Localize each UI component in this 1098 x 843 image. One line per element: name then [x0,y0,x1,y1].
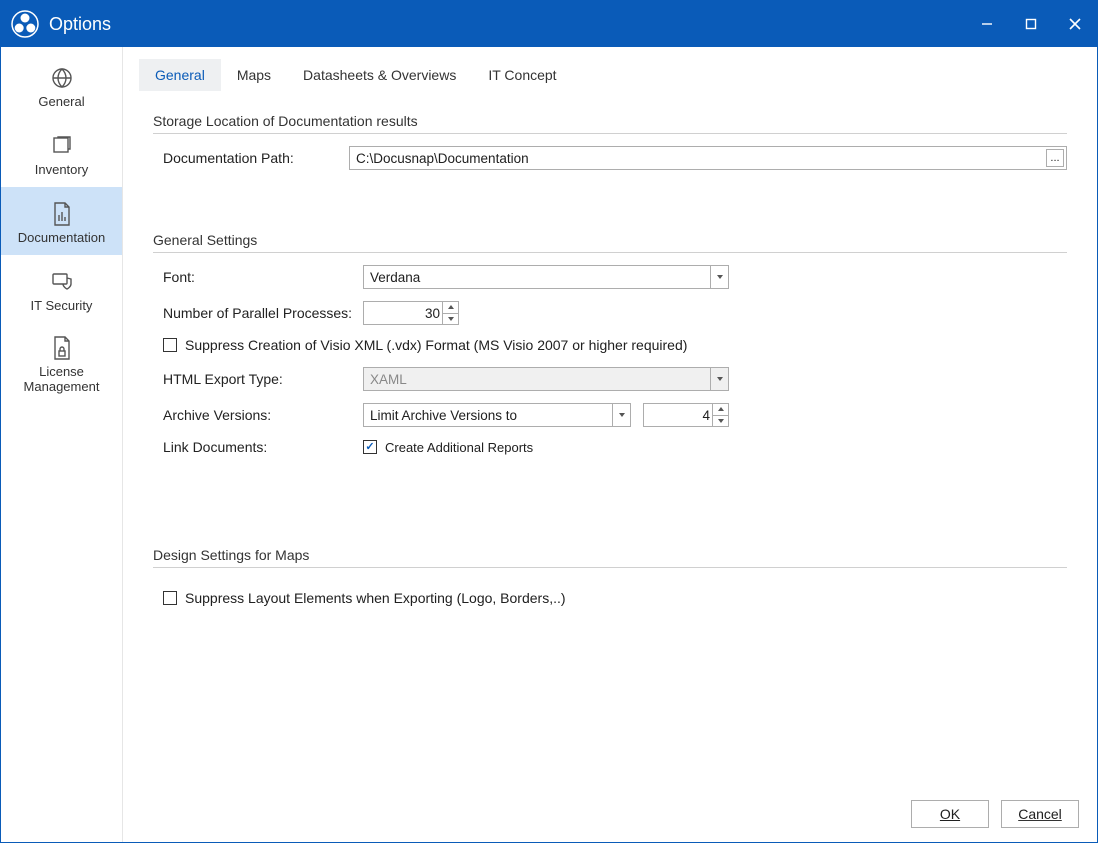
license-icon [51,333,73,363]
globe-icon [50,63,74,93]
shield-icon [50,267,74,297]
sidebar-item-general[interactable]: General [1,51,122,119]
window-title: Options [49,14,111,35]
tabs: General Maps Datasheets & Overviews IT C… [123,47,1097,91]
section-title-general: General Settings [153,232,1067,248]
tab-label: Datasheets & Overviews [303,67,456,83]
sidebar-item-label: Documentation [18,231,105,246]
button-label: Cancel [1018,806,1062,822]
close-button[interactable] [1053,1,1097,47]
sidebar-item-documentation[interactable]: Documentation [1,187,122,255]
cancel-button[interactable]: Cancel [1001,800,1079,828]
tab-maps[interactable]: Maps [221,59,287,91]
footer: OK Cancel [911,800,1079,828]
label-documentation-path: Documentation Path: [153,150,349,166]
spin-down-button[interactable] [442,313,458,325]
archive-combo[interactable]: Limit Archive Versions to [363,403,631,427]
checkbox-label: Create Additional Reports [385,440,533,455]
spinner-value: 4 [702,408,710,423]
checkbox-label: Suppress Layout Elements when Exporting … [185,590,566,606]
combo-value: Verdana [370,270,420,285]
combo-value: Limit Archive Versions to [370,408,517,423]
tab-it-concept[interactable]: IT Concept [472,59,572,91]
label-archive-versions: Archive Versions: [153,407,363,423]
browse-button[interactable]: ... [1046,149,1064,167]
suppress-visio-checkbox[interactable] [163,338,177,352]
sidebar-item-license-management[interactable]: License Management [1,323,122,403]
label-link-documents: Link Documents: [153,439,363,455]
chevron-down-icon [710,368,728,390]
input-value: C:\Docusnap\Documentation [356,151,529,166]
sidebar: General Inventory Documen [1,47,123,842]
export-type-combo: XAML [363,367,729,391]
app-logo-icon [11,10,39,38]
combo-value: XAML [370,372,407,387]
suppress-layout-checkbox[interactable] [163,591,177,605]
sidebar-item-label: License Management [5,365,118,395]
document-chart-icon [51,199,73,229]
label-font: Font: [153,269,363,285]
tab-label: Maps [237,67,271,83]
archive-count-spinner[interactable]: 4 [643,403,729,427]
spin-down-button[interactable] [712,415,728,427]
tab-datasheets[interactable]: Datasheets & Overviews [287,59,472,91]
sidebar-item-inventory[interactable]: Inventory [1,119,122,187]
sidebar-item-label: IT Security [31,299,93,314]
spin-up-button[interactable] [442,302,458,313]
sidebar-item-it-security[interactable]: IT Security [1,255,122,323]
checkbox-label: Suppress Creation of Visio XML (.vdx) Fo… [185,337,687,353]
tab-label: General [155,67,205,83]
ok-button[interactable]: OK [911,800,989,828]
label-export-type: HTML Export Type: [153,371,363,387]
spin-up-button[interactable] [712,404,728,415]
create-reports-checkbox[interactable] [363,440,377,454]
inventory-icon [50,131,74,161]
tab-label: IT Concept [488,67,556,83]
chevron-down-icon [612,404,630,426]
chevron-down-icon [710,266,728,288]
button-label: OK [940,806,960,822]
parallel-processes-spinner[interactable]: 30 [363,301,459,325]
sidebar-item-label: Inventory [35,163,88,178]
section-title-storage: Storage Location of Documentation result… [153,113,1067,129]
documentation-path-input[interactable]: C:\Docusnap\Documentation ... [349,146,1067,170]
minimize-button[interactable] [965,1,1009,47]
font-combo[interactable]: Verdana [363,265,729,289]
main-panel: General Maps Datasheets & Overviews IT C… [123,47,1097,842]
maximize-button[interactable] [1009,1,1053,47]
spinner-value: 30 [425,306,440,321]
sidebar-item-label: General [38,95,84,110]
section-title-maps: Design Settings for Maps [153,547,1067,563]
label-parallel-processes: Number of Parallel Processes: [153,305,363,321]
tab-general[interactable]: General [139,59,221,91]
titlebar: Options [1,1,1097,47]
